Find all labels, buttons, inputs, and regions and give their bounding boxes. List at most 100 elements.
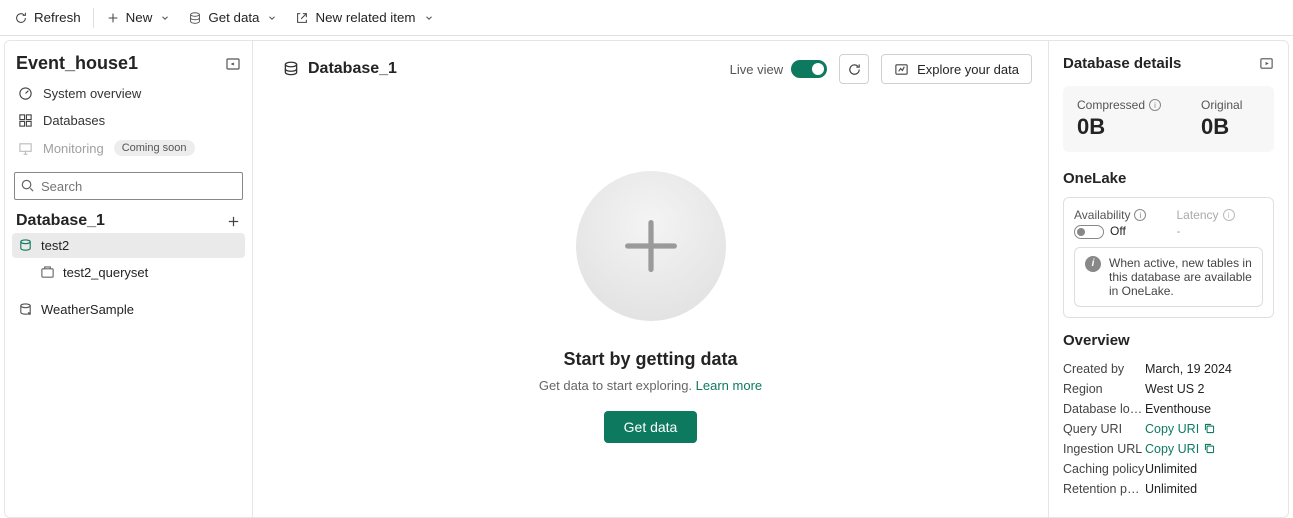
- onelake-row: Availabilityi Off Latencyi -: [1074, 208, 1263, 239]
- kv-row-ingestion-url: Ingestion URLCopy URI: [1063, 439, 1274, 459]
- copy-ingestion-uri[interactable]: Copy URI: [1145, 442, 1274, 456]
- database-tree-header: Database_1: [10, 208, 247, 232]
- kv-row-query-uri: Query URICopy URI: [1063, 419, 1274, 439]
- latency-value: -: [1176, 224, 1234, 238]
- details-title: Database details: [1063, 55, 1181, 72]
- empty-state-title: Start by getting data: [563, 349, 737, 370]
- compressed-block: Compressedi 0B: [1077, 98, 1161, 140]
- overview-list: Created byMarch, 19 2024 RegionWest US 2…: [1063, 359, 1274, 499]
- refresh-label: Refresh: [34, 10, 81, 25]
- coming-soon-badge: Coming soon: [114, 140, 195, 156]
- onelake-note-text: When active, new tables in this database…: [1109, 256, 1252, 298]
- nav-overview-label: System overview: [43, 86, 141, 101]
- tree-item-database[interactable]: WeatherSample: [12, 297, 245, 322]
- main-header: Database_1 Live view Explore your data: [253, 41, 1048, 97]
- explore-data-button[interactable]: Explore your data: [881, 54, 1032, 84]
- info-icon: i: [1223, 209, 1235, 221]
- onelake-note: i When active, new tables in this databa…: [1074, 247, 1263, 307]
- search-icon: [20, 178, 35, 193]
- empty-state: Start by getting data Get data to start …: [253, 97, 1048, 517]
- database-tree-title: Database_1: [16, 212, 105, 230]
- availability-label: Availabilityi: [1074, 208, 1146, 222]
- details-panel: Database details Compressedi 0B Original…: [1048, 41, 1288, 517]
- tree-item-label: test2: [41, 238, 69, 253]
- workspace: Event_house1 System overview Databases M…: [4, 40, 1289, 518]
- availability-block: Availabilityi Off: [1074, 208, 1146, 239]
- refresh-icon: [847, 62, 862, 77]
- original-label: Original: [1201, 98, 1242, 112]
- queryset-icon: [40, 265, 55, 280]
- compressed-label: Compressedi: [1077, 98, 1161, 112]
- tree-item-label: WeatherSample: [41, 302, 134, 317]
- chevron-down-icon: [267, 13, 277, 23]
- size-card: Compressedi 0B Original 0B: [1063, 86, 1274, 152]
- nav-databases-label: Databases: [43, 113, 105, 128]
- availability-value: Off: [1074, 224, 1146, 239]
- collapse-icon[interactable]: [225, 56, 241, 72]
- info-icon[interactable]: i: [1134, 209, 1146, 221]
- plus-icon: [226, 214, 241, 229]
- database-name-header[interactable]: Database_1: [273, 54, 406, 84]
- learn-more-link[interactable]: Learn more: [696, 378, 762, 393]
- nav-monitoring-label: Monitoring: [43, 141, 104, 156]
- copy-icon: [1203, 442, 1216, 455]
- copy-query-uri[interactable]: Copy URI: [1145, 422, 1274, 436]
- kv-row-caching: Caching policyUnlimited: [1063, 459, 1274, 479]
- details-header: Database details: [1063, 55, 1274, 72]
- plus-large-icon: [616, 211, 686, 281]
- database-name-label: Database_1: [308, 60, 397, 78]
- search-wrap: [14, 172, 243, 200]
- refresh-icon: [14, 11, 28, 25]
- kv-row-location: Database locati...Eventhouse: [1063, 399, 1274, 419]
- onelake-box: Availabilityi Off Latencyi - i When acti…: [1063, 197, 1274, 318]
- live-view-control: Live view: [730, 60, 827, 78]
- search-input[interactable]: [14, 172, 243, 200]
- top-toolbar: Refresh New Get data New related item: [0, 0, 1293, 36]
- new-related-button[interactable]: New related item: [287, 6, 441, 29]
- original-value: 0B: [1201, 114, 1242, 140]
- expand-details-button[interactable]: [1259, 56, 1274, 71]
- nav-monitoring: Monitoring Coming soon: [10, 134, 247, 162]
- get-data-primary-button[interactable]: Get data: [604, 411, 698, 443]
- overview-section-title: Overview: [1063, 332, 1274, 349]
- database-icon: [282, 60, 300, 78]
- toolbar-divider: [93, 8, 94, 28]
- expand-icon: [1259, 56, 1274, 71]
- info-icon[interactable]: i: [1149, 99, 1161, 111]
- refresh-button[interactable]: Refresh: [6, 6, 89, 29]
- info-circle-icon: i: [1085, 256, 1101, 272]
- nav-system-overview[interactable]: System overview: [10, 80, 247, 107]
- open-external-icon: [295, 11, 309, 25]
- grid-icon: [18, 113, 33, 128]
- plus-icon: [106, 11, 120, 25]
- database-icon: [188, 11, 202, 25]
- kv-row-region: RegionWest US 2: [1063, 379, 1274, 399]
- eventhouse-title: Event_house1: [16, 53, 138, 74]
- refresh-main-button[interactable]: [839, 54, 869, 84]
- availability-toggle[interactable]: [1074, 225, 1104, 239]
- onelake-section-title: OneLake: [1063, 170, 1274, 187]
- empty-state-subtitle: Get data to start exploring. Learn more: [539, 378, 762, 393]
- latency-block: Latencyi -: [1176, 208, 1234, 239]
- live-view-label: Live view: [730, 62, 783, 77]
- original-block: Original 0B: [1201, 98, 1242, 140]
- nav-databases[interactable]: Databases: [10, 107, 247, 134]
- get-data-button[interactable]: Get data: [180, 6, 285, 29]
- chevron-down-icon: [424, 13, 434, 23]
- main-header-actions: Live view Explore your data: [730, 54, 1032, 84]
- explore-label: Explore your data: [917, 62, 1019, 77]
- tree-item-queryset[interactable]: test2_queryset: [12, 260, 245, 285]
- kv-row-created: Created byMarch, 19 2024: [1063, 359, 1274, 379]
- kv-row-retention: Retention policyUnlimited: [1063, 479, 1274, 499]
- live-view-toggle[interactable]: [791, 60, 827, 78]
- main-panel: Database_1 Live view Explore your data: [253, 41, 1048, 517]
- gauge-icon: [18, 86, 33, 101]
- copy-icon: [1203, 422, 1216, 435]
- tree-item-label: test2_queryset: [63, 265, 148, 280]
- monitor-icon: [18, 141, 33, 156]
- get-data-label: Get data: [208, 10, 259, 25]
- tree-item-table[interactable]: test2: [12, 233, 245, 258]
- new-button[interactable]: New: [98, 6, 179, 29]
- add-database-button[interactable]: [226, 214, 241, 229]
- new-label: New: [126, 10, 153, 25]
